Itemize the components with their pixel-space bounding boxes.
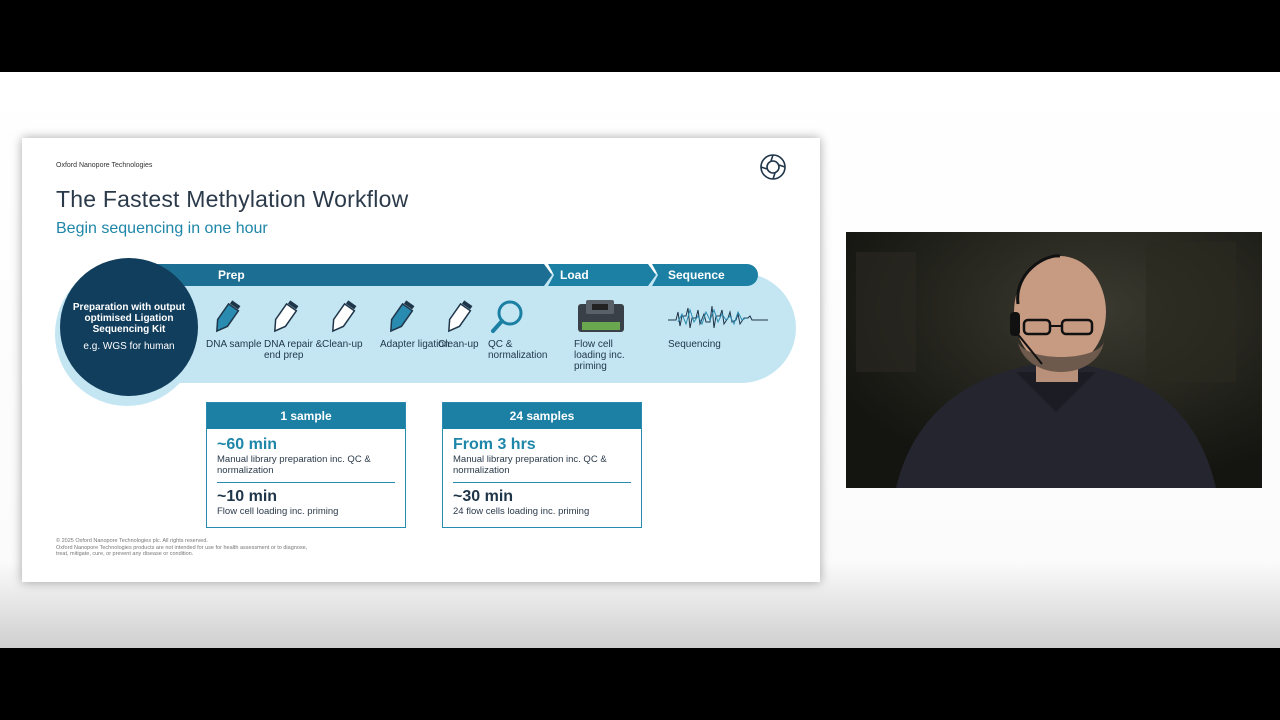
- flow-cell-icon: [578, 300, 624, 332]
- tube-icon: [331, 300, 357, 333]
- box-desc-1: Manual library preparation inc. QC & nor…: [217, 454, 371, 476]
- box-divider: [217, 482, 395, 483]
- magnifier-icon: [491, 300, 523, 333]
- band-sequence: Sequence: [652, 264, 758, 286]
- presenter-figure: [846, 232, 1262, 488]
- box-time-1: ~60 min: [217, 436, 278, 453]
- kit-example: e.g. WGS for human: [83, 341, 175, 352]
- footer-disclaimer: Oxford Nanopore Technologies products ar…: [56, 544, 308, 558]
- step-label: Flow cell loading inc. priming: [574, 339, 625, 372]
- band-prep: Prep: [132, 264, 552, 286]
- band-load: Load: [548, 264, 656, 286]
- kit-title: Preparation with output optimised Ligati…: [72, 302, 186, 335]
- step-label: Sequencing: [668, 339, 721, 350]
- step-flow-cell: Flow cell loading inc. priming: [574, 298, 644, 372]
- presentation-stage: Oxford Nanopore Technologies The Fastest…: [0, 72, 1280, 648]
- kit-circle: Preparation with output optimised Ligati…: [60, 258, 198, 396]
- tube-icon: [273, 300, 299, 333]
- slide-title: The Fastest Methylation Workflow: [56, 186, 409, 212]
- step-sequencing: Sequencing: [668, 298, 768, 350]
- box-time-2: ~10 min: [217, 488, 278, 505]
- box-header: 24 samples: [443, 403, 641, 429]
- company-name: Oxford Nanopore Technologies: [56, 162, 153, 169]
- slide-footer: © 2025 Oxford Nanopore Technologies plc.…: [56, 538, 316, 558]
- step-qc: QC & normalization: [488, 298, 558, 361]
- box-desc-1: Manual library preparation inc. QC & nor…: [453, 454, 607, 476]
- tube-icon: [215, 300, 241, 333]
- box-header: 1 sample: [207, 403, 405, 429]
- step-label: QC & normalization: [488, 339, 548, 361]
- presenter-video: [846, 232, 1262, 488]
- box-time-1: From 3 hrs: [453, 436, 536, 453]
- slide-subtitle: Begin sequencing in one hour: [56, 220, 268, 237]
- tube-icon: [389, 300, 415, 333]
- box-24-samples: 24 samples From 3 hrs Manual library pre…: [442, 402, 642, 528]
- tube-icon: [447, 300, 473, 333]
- box-desc-2: Flow cell loading inc. priming: [217, 506, 339, 517]
- box-desc-2: 24 flow cells loading inc. priming: [453, 506, 590, 517]
- box-1-sample: 1 sample ~60 min Manual library preparat…: [206, 402, 406, 528]
- nanopore-logo-icon: [760, 154, 786, 180]
- signal-trace-icon: [668, 305, 768, 329]
- box-time-2: ~30 min: [453, 488, 514, 505]
- box-divider: [453, 482, 631, 483]
- slide: Oxford Nanopore Technologies The Fastest…: [22, 138, 820, 582]
